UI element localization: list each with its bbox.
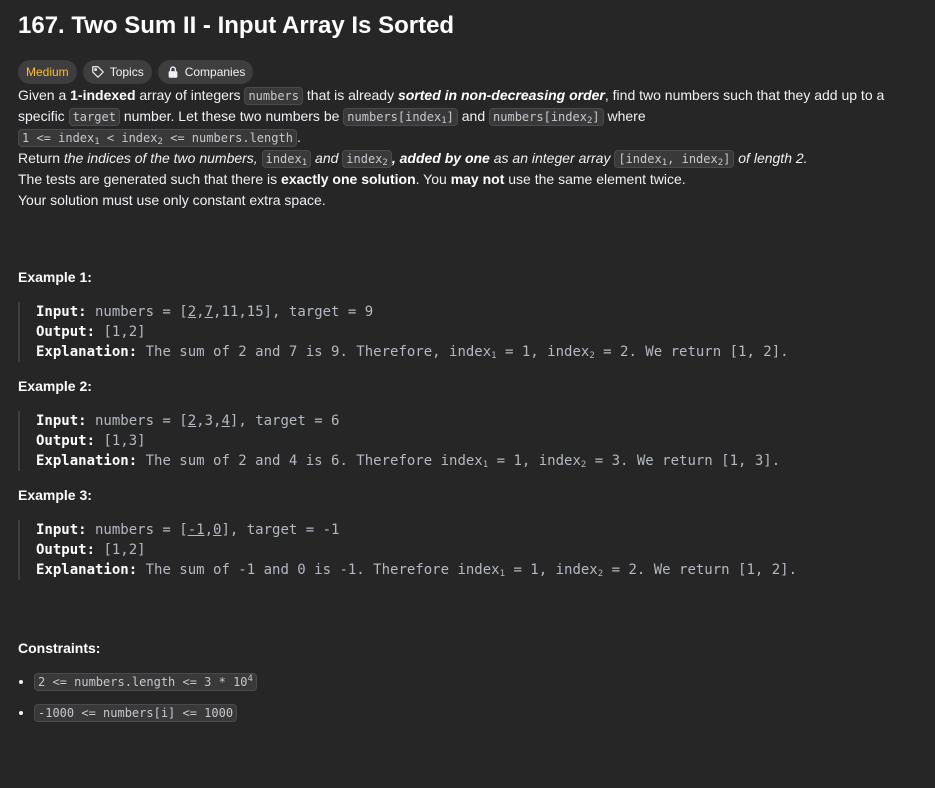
inline-code: numbers[index1]	[343, 108, 458, 126]
example-output: Output: [1,2]	[36, 324, 146, 340]
description-paragraph-2: Return the indices of the two numbers, i…	[18, 150, 808, 168]
inline-code: -1000 <= numbers[i] <= 1000	[34, 704, 238, 722]
inline-code: 1 <= index1 < index2 <= numbers.length	[18, 129, 297, 147]
inline-code: index2	[342, 150, 392, 168]
example-title: Example 1:	[18, 269, 92, 285]
problem-description: 167. Two Sum II - Input Array Is Sorted …	[0, 0, 935, 723]
constraint-item: -1000 <= numbers[i] <= 1000	[34, 702, 917, 723]
example-explanation: Explanation: The sum of 2 and 4 is 6. Th…	[36, 453, 781, 470]
inline-code: index1	[261, 150, 312, 168]
inline-code: 2 <= numbers.length <= 3 * 104	[34, 673, 257, 691]
example-block: Input: numbers = [2,7,11,15], target = 9…	[18, 302, 917, 362]
example-input: Input: numbers = [2,7,11,15], target = 9	[36, 304, 374, 320]
example-block: Input: numbers = [2,3,4], target = 6 Out…	[18, 411, 917, 471]
example-explanation: Explanation: The sum of 2 and 7 is 9. Th…	[36, 344, 789, 361]
example-input: Input: numbers = [2,3,4], target = 6	[36, 413, 340, 429]
difficulty-badge[interactable]: Medium	[18, 60, 77, 84]
tag-icon	[91, 66, 104, 78]
example-title: Example 3:	[18, 487, 92, 503]
inline-code: [index1, index2]	[614, 150, 735, 168]
inline-code: target	[68, 108, 120, 126]
example-block: Input: numbers = [-1,0], target = -1 Out…	[18, 520, 917, 580]
companies-label: Companies	[184, 65, 246, 79]
inline-code: numbers[index2]	[489, 108, 604, 126]
inline-code: numbers	[244, 87, 304, 105]
example-output: Output: [1,2]	[36, 542, 146, 558]
example-title: Example 2:	[18, 378, 92, 394]
problem-tags: Medium Topics Companies	[18, 59, 917, 85]
constraints-title: Constraints:	[18, 640, 101, 656]
topics-label: Topics	[109, 65, 144, 79]
example-output: Output: [1,3]	[36, 433, 146, 449]
problem-title[interactable]: 167. Two Sum II - Input Array Is Sorted	[18, 10, 917, 42]
companies-button[interactable]: Companies	[157, 60, 254, 84]
lock-icon	[168, 66, 178, 78]
constraints-list: 2 <= numbers.length <= 3 * 104 -1000 <= …	[18, 671, 917, 723]
description-paragraph-1: Given a 1-indexed array of integers numb…	[18, 87, 885, 147]
description-paragraph-3: The tests are generated such that there …	[18, 171, 686, 187]
description-paragraph-4: Your solution must use only constant ext…	[18, 192, 326, 208]
example-explanation: Explanation: The sum of -1 and 0 is -1. …	[36, 562, 798, 579]
topics-button[interactable]: Topics	[82, 60, 152, 84]
constraint-item: 2 <= numbers.length <= 3 * 104	[34, 671, 917, 692]
example-input: Input: numbers = [-1,0], target = -1	[36, 522, 340, 538]
